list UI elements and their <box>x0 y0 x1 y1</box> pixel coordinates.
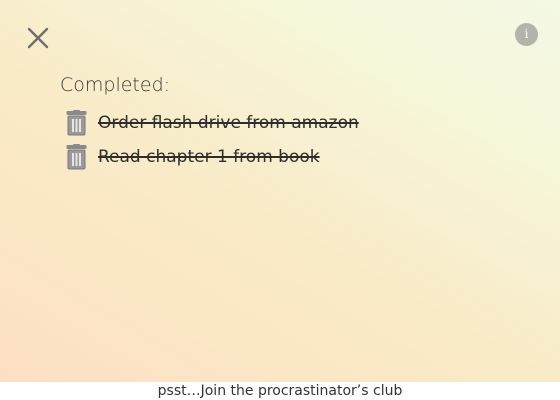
trash-icon <box>66 144 87 170</box>
list-item: Order flash drive from amazon <box>66 110 359 136</box>
trash-icon <box>66 110 87 136</box>
close-button[interactable] <box>24 24 52 52</box>
todo-item-text[interactable]: Order flash drive from amazon <box>98 113 359 133</box>
footer-link[interactable]: psst…Join the procrastinator’s club <box>0 382 560 400</box>
todo-item-text[interactable]: Read chapter 1 from book <box>98 147 320 167</box>
close-icon <box>27 27 49 49</box>
completed-section-title: Completed: <box>60 74 171 96</box>
todo-panel: i Completed: Order flash drive from amaz… <box>0 0 560 382</box>
info-icon: i <box>524 27 529 41</box>
delete-item-button[interactable] <box>66 144 87 170</box>
info-button[interactable]: i <box>515 23 538 46</box>
completed-list: Order flash drive from amazon Read chapt… <box>66 110 359 178</box>
app-window: i Completed: Order flash drive from amaz… <box>0 0 560 400</box>
delete-item-button[interactable] <box>66 110 87 136</box>
list-item: Read chapter 1 from book <box>66 144 359 170</box>
